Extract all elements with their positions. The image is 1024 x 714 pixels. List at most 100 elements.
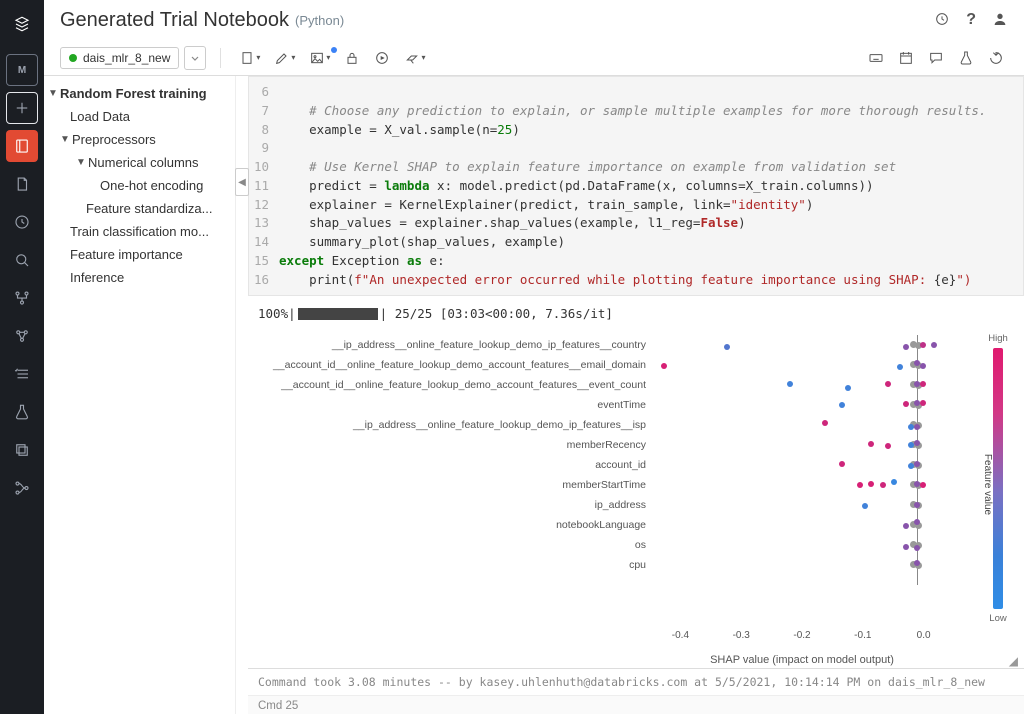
data-icon[interactable] — [6, 168, 38, 200]
search-icon[interactable] — [6, 244, 38, 276]
cluster-name: dais_mlr_8_new — [83, 51, 170, 65]
x-axis: -0.4 -0.3 -0.2 -0.1 0.0 — [650, 630, 954, 650]
feature-label: notebookLanguage — [256, 519, 652, 531]
experiment-icon[interactable] — [954, 48, 978, 68]
line-number: 6 — [249, 83, 279, 102]
progress-output: 100%|| 25/25 [03:03<00:00, 7.36s/it] — [248, 296, 1024, 327]
chart-row: memberStartTime — [256, 475, 1016, 495]
title-bar: Generated Trial Notebook (Python) ? — [44, 0, 1024, 40]
keyboard-icon[interactable] — [864, 48, 888, 68]
feature-label: os — [256, 539, 652, 551]
line-number: 8 — [249, 121, 279, 140]
colorbar-gradient — [993, 348, 1003, 609]
chart-row: __account_id__online_feature_lookup_demo… — [256, 355, 1016, 375]
recents-icon[interactable] — [6, 206, 38, 238]
experiments-icon[interactable] — [6, 396, 38, 428]
chart-row: eventTime — [256, 395, 1016, 415]
feature-label: eventTime — [256, 399, 652, 411]
compute-icon[interactable] — [6, 320, 38, 352]
chart-row: os — [256, 535, 1016, 555]
outline-item[interactable]: Feature importance — [48, 243, 225, 266]
help-icon[interactable]: ? — [966, 11, 976, 29]
feature-label: __account_id__online_feature_lookup_demo… — [256, 359, 652, 371]
caret-down-icon: ▼ — [76, 157, 86, 168]
x-tick: -0.1 — [854, 630, 871, 641]
outline-sidebar: ▼Random Forest training Load Data ▼Prepr… — [44, 76, 236, 714]
user-icon[interactable] — [992, 11, 1008, 30]
colorbar-low: Low — [989, 613, 1006, 624]
line-number: 9 — [249, 139, 279, 158]
feature-label: cpu — [256, 559, 652, 571]
collapse-sidebar-button[interactable]: ◀ — [235, 168, 249, 196]
calendar-icon[interactable] — [894, 48, 918, 68]
cluster-selector[interactable]: dais_mlr_8_new — [60, 47, 179, 69]
colorbar-label: Feature value — [982, 454, 993, 515]
colorbar-high: High — [988, 333, 1008, 344]
outline-root[interactable]: ▼Random Forest training — [48, 82, 225, 105]
feature-label: memberStartTime — [256, 479, 652, 491]
x-tick: -0.4 — [672, 630, 689, 641]
tasks-icon[interactable] — [6, 358, 38, 390]
notebook-title[interactable]: Generated Trial Notebook — [60, 9, 289, 32]
cluster-dropdown-icon[interactable] — [184, 46, 206, 70]
x-tick: -0.2 — [793, 630, 810, 641]
line-number: 15 — [249, 252, 279, 271]
chart-row: __ip_address__online_feature_lookup_demo… — [256, 415, 1016, 435]
shap-chart: __ip_address__online_feature_lookup_demo… — [248, 327, 1024, 668]
schedule-icon[interactable] — [934, 11, 950, 30]
command-number: Cmd 25 — [248, 695, 1024, 714]
notebook-icon[interactable] — [6, 130, 38, 162]
x-axis-label: SHAP value (impact on model output) — [650, 654, 954, 666]
x-tick: -0.3 — [733, 630, 750, 641]
feature-label: memberRecency — [256, 439, 652, 451]
toolbar: dais_mlr_8_new ▾ ▾ ▾ ▾ — [44, 40, 1024, 76]
chart-row: ip_address — [256, 495, 1016, 515]
clear-menu-icon[interactable]: ▾ — [400, 48, 429, 68]
left-rail: M — [0, 0, 44, 714]
editor-area: 6 7 # Choose any prediction to explain, … — [248, 76, 1024, 714]
chart-row: memberRecency — [256, 435, 1016, 455]
line-number: 14 — [249, 233, 279, 252]
outline-item[interactable]: ▼Preprocessors — [48, 128, 225, 151]
outline-item[interactable]: One-hot encoding — [48, 174, 225, 197]
line-number: 16 — [249, 271, 279, 290]
feature-label: __ip_address__online_feature_lookup_demo… — [256, 419, 652, 431]
outline-item[interactable]: ▼Numerical columns — [48, 151, 225, 174]
image-menu-icon[interactable]: ▾ — [305, 48, 334, 68]
feature-label: __account_id__online_feature_lookup_demo… — [256, 379, 652, 391]
chart-row: __account_id__online_feature_lookup_demo… — [256, 375, 1016, 395]
caret-down-icon: ▼ — [60, 134, 70, 145]
model-icon[interactable]: M — [6, 54, 38, 86]
caret-down-icon: ▼ — [48, 88, 58, 99]
chart-row: notebookLanguage — [256, 515, 1016, 535]
outline-item[interactable]: Feature standardiza... — [48, 197, 225, 220]
colorbar: High Low Feature value — [986, 333, 1010, 624]
progress-bar — [298, 308, 378, 320]
x-tick: 0.0 — [917, 630, 931, 641]
revision-icon[interactable] — [984, 48, 1008, 68]
feature-label: __ip_address__online_feature_lookup_demo… — [256, 339, 652, 351]
line-number: 11 — [249, 177, 279, 196]
create-icon[interactable] — [6, 92, 38, 124]
run-icon[interactable] — [370, 48, 394, 68]
chart-row: cpu — [256, 555, 1016, 575]
copy-icon[interactable] — [6, 434, 38, 466]
cluster-status-dot — [69, 54, 77, 62]
lineage-icon[interactable] — [6, 472, 38, 504]
feature-label: account_id — [256, 459, 652, 471]
file-menu-icon[interactable]: ▾ — [235, 48, 264, 68]
chart-row: __ip_address__online_feature_lookup_demo… — [256, 335, 1016, 355]
outline-item[interactable]: Load Data — [48, 105, 225, 128]
code-cell[interactable]: 6 7 # Choose any prediction to explain, … — [248, 76, 1024, 296]
outline-item[interactable]: Train classification mo... — [48, 220, 225, 243]
resize-handle-icon[interactable]: ◢ — [1009, 654, 1018, 668]
logo-icon[interactable] — [6, 8, 38, 40]
line-number: 10 — [249, 158, 279, 177]
workflows-icon[interactable] — [6, 282, 38, 314]
edit-menu-icon[interactable]: ▾ — [270, 48, 299, 68]
notebook-language: (Python) — [295, 13, 344, 28]
comments-icon[interactable] — [924, 48, 948, 68]
lock-icon[interactable] — [340, 48, 364, 68]
feature-label: ip_address — [256, 499, 652, 511]
outline-item[interactable]: Inference — [48, 266, 225, 289]
